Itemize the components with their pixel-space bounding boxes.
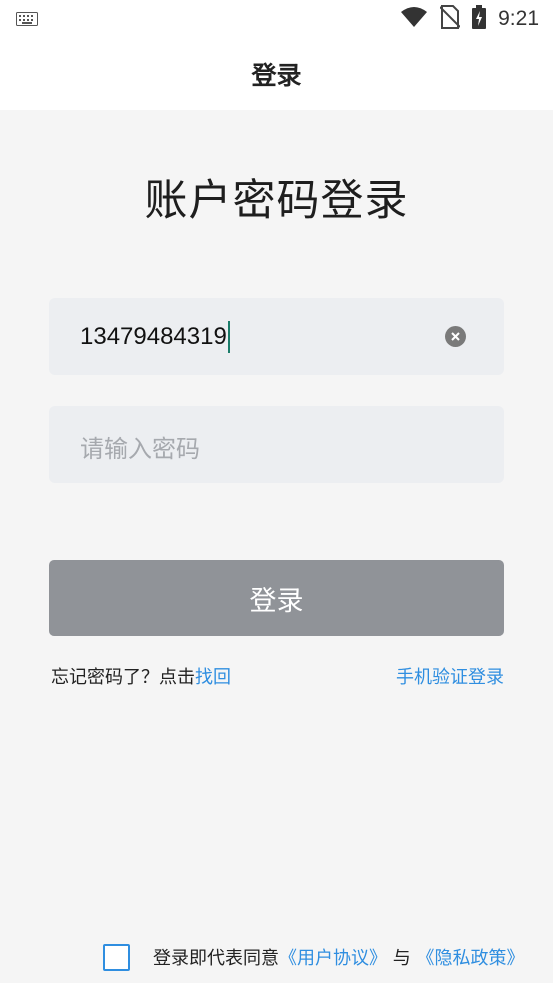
phone-field[interactable]: 13479484319 — [49, 298, 504, 375]
text-caret — [227, 321, 230, 353]
privacy-policy-link[interactable]: 《隐私政策》 — [416, 948, 524, 969]
agreement-prefix: 登录即代表同意 — [153, 948, 279, 969]
forgot-password-text: 忘记密码了？点击 — [51, 667, 195, 688]
agreement-text: 登录即代表同意《用户协议》 与 《隐私政策》 — [153, 944, 524, 970]
keyboard-icon — [16, 11, 38, 30]
phone-input[interactable]: 13479484319 — [80, 321, 230, 353]
recover-link[interactable]: 找回 — [195, 667, 231, 688]
clear-icon[interactable] — [445, 326, 466, 347]
forgot-password: 忘记密码了？点击找回 — [51, 663, 231, 689]
battery-charging-icon — [472, 5, 487, 33]
password-field[interactable]: 请输入密码 — [49, 406, 504, 483]
wifi-icon — [400, 6, 428, 32]
status-icons: 9:21 — [400, 5, 539, 33]
user-agreement-link[interactable]: 《用户协议》 — [279, 948, 387, 969]
login-button[interactable]: 登录 — [49, 560, 504, 636]
status-bar: 9:21 — [0, 0, 553, 38]
agreement-row: 登录即代表同意《用户协议》 与 《隐私政策》 — [0, 940, 553, 974]
header: 登录 — [0, 38, 553, 110]
login-heading: 账户密码登录 — [144, 176, 409, 226]
agreement-conjunction: 与 — [387, 948, 417, 969]
no-sim-icon — [439, 5, 461, 33]
page-title: 登录 — [251, 61, 302, 90]
clock: 9:21 — [498, 7, 539, 30]
sms-login-link[interactable]: 手机验证登录 — [396, 663, 504, 689]
password-placeholder: 请输入密码 — [80, 435, 200, 463]
agreement-checkbox[interactable] — [103, 944, 130, 971]
phone-value: 13479484319 — [80, 323, 227, 350]
